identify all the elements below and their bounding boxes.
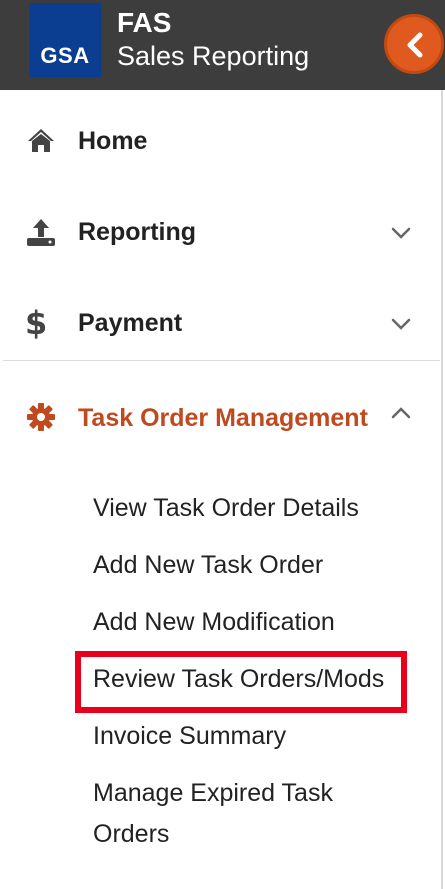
highlight-box xyxy=(75,651,407,713)
submenu-item-add-new-modification[interactable]: Add New Modification xyxy=(93,602,335,642)
chevron-down-icon[interactable] xyxy=(389,312,413,336)
nav-item-label: Reporting xyxy=(78,218,197,246)
nav-item-label: Task Order Management xyxy=(78,404,368,432)
chevron-up-icon[interactable] xyxy=(389,401,413,425)
svg-text:$: $ xyxy=(25,304,47,339)
app-subtitle: Sales Reporting xyxy=(117,41,310,71)
upload-icon xyxy=(27,219,55,246)
nav-divider xyxy=(3,360,440,361)
app-title: FAS xyxy=(117,7,172,38)
gsa-logo[interactable]: GSA xyxy=(29,3,101,77)
collapse-sidebar-button[interactable] xyxy=(384,14,444,74)
gear-icon xyxy=(27,403,55,431)
chevron-left-icon xyxy=(407,32,423,58)
submenu-item-view-task-order-details[interactable]: View Task Order Details xyxy=(93,488,359,528)
chevron-down-icon[interactable] xyxy=(389,221,413,245)
submenu-item-manage-expired-task-orders-line2[interactable]: Orders xyxy=(93,814,169,854)
nav-item-label: Home xyxy=(78,127,148,155)
nav-item-task-order-management[interactable]: Task Order Management xyxy=(0,401,440,461)
nav-item-payment[interactable]: $ Payment xyxy=(0,294,440,354)
nav-item-label: Payment xyxy=(78,309,183,337)
sidebar-border xyxy=(441,90,443,889)
app-header: GSA FAS Sales Reporting xyxy=(0,0,445,90)
gsa-logo-text: GSA xyxy=(40,43,90,68)
submenu-item-manage-expired-task-orders[interactable]: Manage Expired Task xyxy=(93,773,333,813)
submenu-item-add-new-task-order[interactable]: Add New Task Order xyxy=(93,545,323,585)
submenu-item-invoice-summary[interactable]: Invoice Summary xyxy=(93,716,286,756)
nav-item-home[interactable]: Home xyxy=(0,112,440,172)
nav-item-reporting[interactable]: Reporting xyxy=(0,203,440,263)
dollar-icon: $ xyxy=(25,304,47,339)
home-icon xyxy=(28,129,54,152)
